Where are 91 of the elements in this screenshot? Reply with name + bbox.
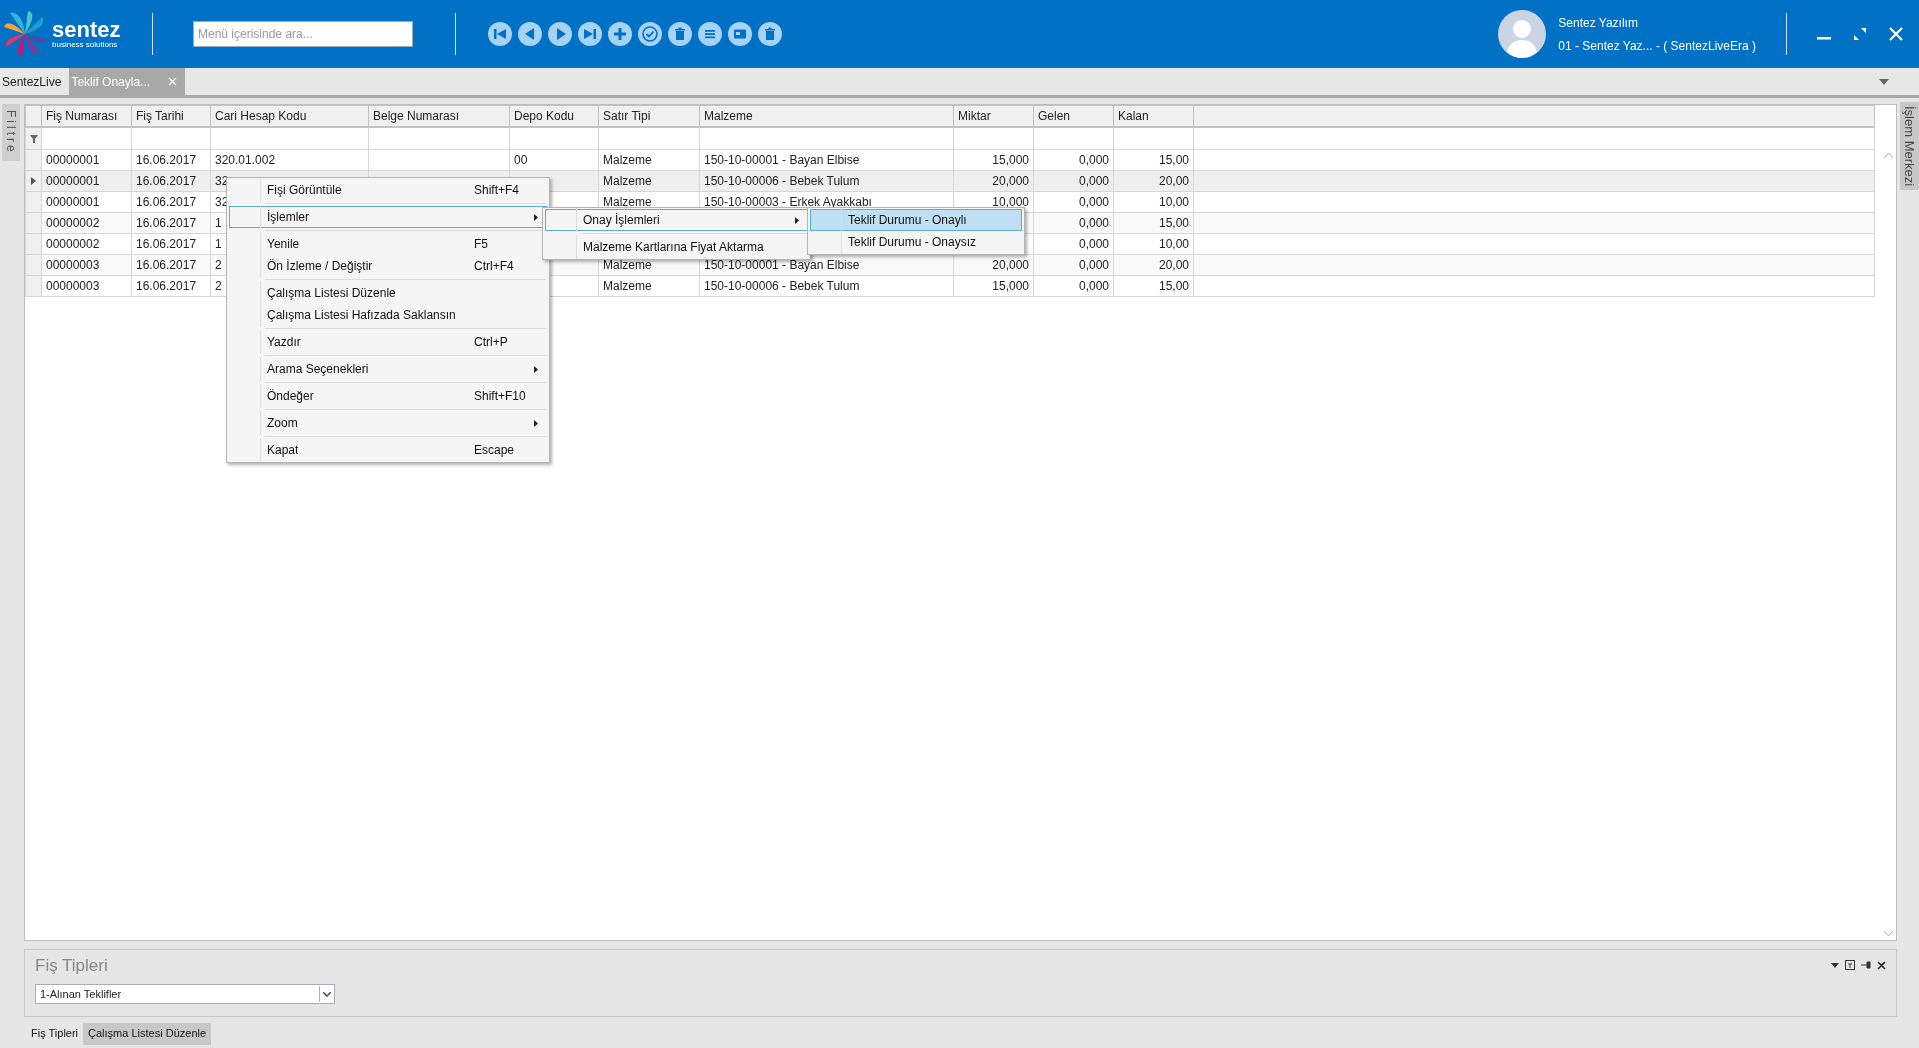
table-cell: 10,00 [1113,191,1194,213]
table-cell: 16.06.2017 [131,191,211,213]
column-header[interactable]: Fiş Tarihi [131,105,211,127]
scroll-down-icon[interactable] [1883,931,1893,936]
filter-icon[interactable] [29,134,38,143]
first-record-icon[interactable] [488,22,512,46]
trash-icon[interactable] [758,22,782,46]
table-cell: 0,000 [1033,149,1114,171]
table-cell: 00000001 [41,149,132,171]
logo-icon [2,9,48,59]
column-header[interactable]: Depo Kodu [509,105,599,127]
close-tab-icon[interactable] [168,77,178,86]
company-name: 01 - Sentez Yaz... - ( SentezLiveEra ) [1558,38,1756,53]
chevron-down-icon [323,991,331,997]
menu-item[interactable]: Kapat Escape [229,439,547,461]
submenu-arrow-icon [534,419,538,427]
dropdown-caret-icon[interactable] [1879,78,1889,85]
submenu-arrow-icon [534,365,538,373]
last-record-icon[interactable] [578,22,602,46]
menu-item[interactable]: Arama Seçenekleri [229,358,547,380]
table-cell: 15,00 [1113,149,1194,171]
card-icon[interactable] [728,22,752,46]
table-cell: 10,00 [1113,233,1194,255]
table-cell: Malzeme [598,149,700,171]
column-header[interactable]: Satır Tipi [598,105,700,127]
menu-item[interactable]: İşlemler [229,206,547,228]
table-cell: 320.01.002 [210,149,369,171]
column-header[interactable]: Gelen [1033,105,1114,127]
table-cell: 00 [509,149,599,171]
column-header[interactable]: Miktar [953,105,1034,127]
menu-item[interactable]: Çalışma Listesi Hafızada Saklansın [229,304,547,326]
menu-item[interactable]: Teklif Durumu - Onaylı [810,209,1022,231]
menu-item[interactable]: Teklif Durumu - Onaysız [810,231,1022,253]
logo-tagline: business solutions [52,41,119,49]
menu-item[interactable]: Yazdır Ctrl+P [229,331,547,353]
menu-item[interactable]: Zoom [229,412,547,434]
table-cell: 00000002 [41,233,132,255]
filter-panel-tab[interactable]: Filtre [2,104,20,161]
current-row-icon [31,177,36,185]
panel-title: Fiş Tipleri [35,956,108,976]
column-header[interactable]: Malzeme [699,105,954,127]
check-icon[interactable] [638,22,662,46]
shortcut-text: Shift+F10 [474,389,527,403]
submenu-arrow-icon [795,216,799,224]
column-header[interactable]: Belge Numarası [368,105,510,127]
table-cell: 15,000 [953,149,1034,171]
user-name: Sentez Yazılım [1558,15,1639,30]
shortcut-text: Shift+F4 [474,183,521,197]
table-cell: Malzeme [598,275,700,297]
avatar-icon [1498,10,1547,58]
table-cell: 150-10-00006 - Bebek Tulum [699,170,954,192]
column-header[interactable]: Cari Hesap Kodu [210,105,369,127]
panel-tab[interactable]: Çalışma Listesi Düzenle [83,1023,212,1045]
table-cell: 00000001 [41,191,132,213]
trash-icon[interactable] [668,22,692,46]
table-cell: 150-10-00006 - Bebek Tulum [699,275,954,297]
next-record-icon[interactable] [548,22,572,46]
scroll-up-icon[interactable] [1883,153,1893,158]
shortcut-text: F5 [474,237,489,251]
add-icon[interactable] [608,22,632,46]
table-cell: 15,00 [1113,275,1194,297]
pin-icon[interactable] [1861,960,1871,970]
table-cell: 15,000 [953,275,1034,297]
table-cell: 00000003 [41,275,132,297]
action-center-tab[interactable]: İşlem Merkezi [1900,102,1919,191]
column-header[interactable]: Fiş Numarası [41,105,132,127]
shortcut-text: Escape [474,443,516,457]
table-cell: 16.06.2017 [131,149,211,171]
search-field[interactable]: Menü içerisinde ara... [193,21,413,47]
document-tab[interactable]: SentezLive [0,68,70,95]
table-cell: 16.06.2017 [131,233,211,255]
table-cell: 0,000 [1033,275,1114,297]
menu-item[interactable]: Onay İşlemleri [545,209,808,231]
panel-tab[interactable]: Fiş Tipleri [26,1023,84,1045]
caret-icon[interactable] [1831,962,1839,968]
table-cell: 0,000 [1033,233,1114,255]
dropdown[interactable]: 1-Alınan Teklifler [35,984,335,1004]
submenu-arrow-icon [534,213,538,221]
table-cell: 0,000 [1033,191,1114,213]
column-header[interactable]: Kalan [1113,105,1194,127]
menu-item[interactable]: Öndeğer Shift+F10 [229,385,547,407]
shortcut-text: Ctrl+F4 [474,259,515,273]
previous-record-icon[interactable] [518,22,542,46]
table-cell: 150-10-00001 - Bayan Elbise [699,149,954,171]
list-icon[interactable] [698,22,722,46]
shortcut-text: Ctrl+P [474,335,509,349]
close-icon[interactable] [1877,960,1886,970]
maximize-icon[interactable] [1853,27,1867,41]
float-icon[interactable] [1845,960,1855,970]
table-cell: 16.06.2017 [131,275,211,297]
logo-text: sentez [52,19,121,41]
